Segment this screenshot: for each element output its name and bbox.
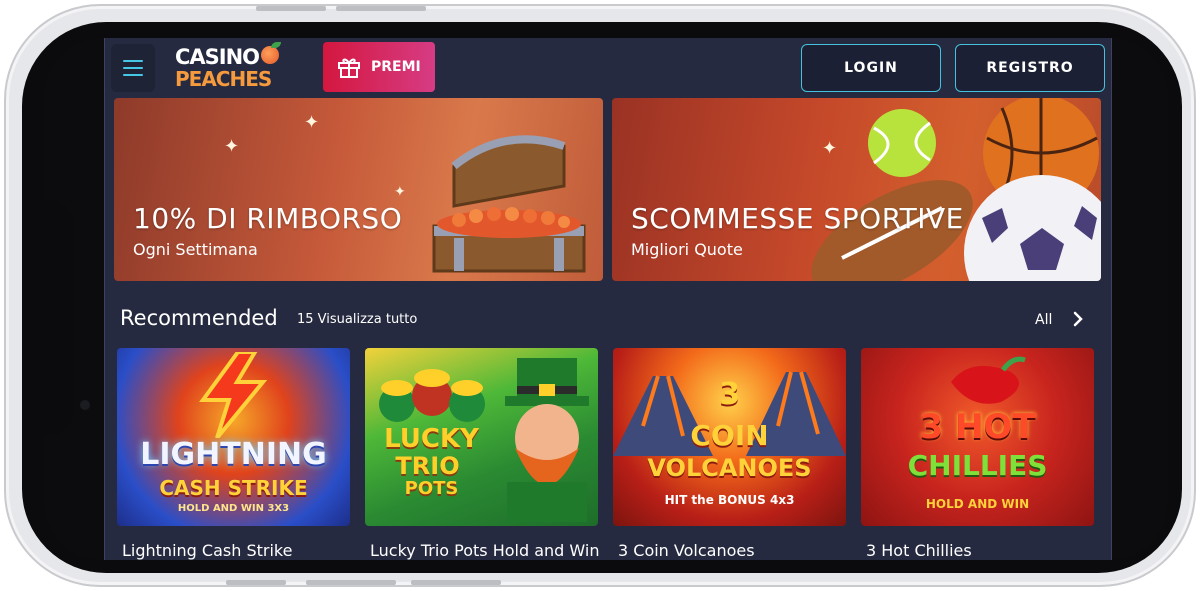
game-thumbnail-lucky-trio-pots[interactable]: LUCKY TRIO POTS	[365, 348, 598, 526]
game-art-tagline: HOLD AND WIN 3X3	[177, 503, 290, 514]
header: CASINO PEACHES PREMI LOGIN REGISTRO	[105, 38, 1111, 98]
side-button	[226, 580, 286, 585]
game-art-subtitle: VOLCANOES	[647, 454, 812, 482]
game-art-tagline: HIT the BONUS 4x3	[664, 493, 795, 507]
volume-button	[336, 6, 426, 11]
game-title[interactable]: Lightning Cash Strike	[122, 541, 355, 560]
sparkle-icon: ✦	[304, 112, 320, 133]
sports-balls-icon	[811, 98, 1101, 281]
game-title[interactable]: Lucky Trio Pots Hold and Win	[370, 541, 603, 560]
game-title[interactable]: 3 Coin Volcanoes	[618, 541, 851, 560]
side-button	[306, 580, 396, 585]
phone-notch	[44, 200, 74, 435]
banner-subtitle: Ogni Settimana	[133, 240, 258, 259]
lightning-bolt-icon	[199, 352, 268, 438]
banner-title: 10% DI RIMBORSO	[133, 202, 403, 235]
game-art-subtitle: TRIO	[395, 452, 460, 480]
peach-icon	[261, 46, 279, 64]
casino-peaches-logo[interactable]: CASINO PEACHES	[175, 42, 287, 92]
game-thumbnail-lightning-cash-strike[interactable]: LIGHTNING CASH STRIKE HOLD AND WIN 3X3	[117, 348, 350, 526]
game-title[interactable]: 3 Hot Chillies	[866, 541, 1099, 560]
premi-label: PREMI	[371, 59, 421, 75]
menu-line	[123, 60, 143, 62]
menu-line	[123, 67, 143, 69]
volume-button	[256, 6, 326, 11]
banner-title: SCOMMESSE SPORTIVE	[631, 202, 964, 235]
section-title: Recommended	[120, 306, 278, 330]
leaf-icon	[271, 42, 281, 48]
logo-line-1: CASINO	[175, 45, 260, 69]
game-art-number: 3	[719, 377, 740, 412]
all-link[interactable]: All	[1035, 312, 1052, 328]
game-art-title: LIGHTNING	[140, 437, 327, 472]
login-button[interactable]: LOGIN	[801, 44, 941, 92]
game-art-title: 3 HOT	[919, 407, 1036, 447]
premi-button[interactable]: PREMI	[323, 42, 435, 92]
register-button[interactable]: REGISTRO	[955, 44, 1105, 92]
gift-icon	[338, 58, 360, 78]
phone-screen: CASINO PEACHES PREMI LOGIN REGISTRO ✦ ✦ …	[44, 38, 1168, 560]
phone-frame: CASINO PEACHES PREMI LOGIN REGISTRO ✦ ✦ …	[4, 4, 1196, 587]
sparkle-icon: ✦	[224, 136, 240, 157]
sports-betting-banner[interactable]: ✦ SCOMMESSE SPORTIVE Migliori Quote	[612, 98, 1101, 281]
game-thumbnail-3-hot-chillies[interactable]: 3 HOT CHILLIES HOLD AND WIN	[861, 348, 1094, 526]
game-thumbnail-3-coin-volcanoes[interactable]: 3 COIN VOLCANOES HIT the BONUS 4x3	[613, 348, 846, 526]
hamburger-menu-button[interactable]	[111, 44, 155, 92]
gold-pots-icon	[379, 369, 485, 422]
game-art-title: COIN	[690, 419, 769, 452]
game-art-subtitle: CASH STRIKE	[159, 476, 308, 500]
view-all-link[interactable]: 15 Visualizza tutto	[297, 312, 417, 327]
menu-line	[123, 74, 143, 76]
banner-subtitle: Migliori Quote	[631, 240, 743, 259]
treasure-chest-icon	[432, 135, 586, 273]
game-art-tagline: POTS	[404, 478, 459, 499]
logo-line-2: PEACHES	[175, 67, 272, 91]
game-art-subtitle: CHILLIES	[907, 449, 1048, 482]
casino-app: CASINO PEACHES PREMI LOGIN REGISTRO ✦ ✦ …	[104, 38, 1112, 560]
game-art-tagline: HOLD AND WIN	[925, 497, 1030, 511]
chili-pepper-icon	[951, 356, 1026, 404]
camera-icon	[80, 400, 90, 410]
sparkle-icon: ✦	[394, 184, 406, 200]
side-button	[411, 580, 501, 585]
cashback-banner[interactable]: ✦ ✦ ✦ 10% DI RIMBORSO Ogni Settimana	[114, 98, 603, 281]
chevron-right-icon[interactable]	[1071, 309, 1085, 329]
game-art-title: LUCKY	[384, 424, 479, 454]
